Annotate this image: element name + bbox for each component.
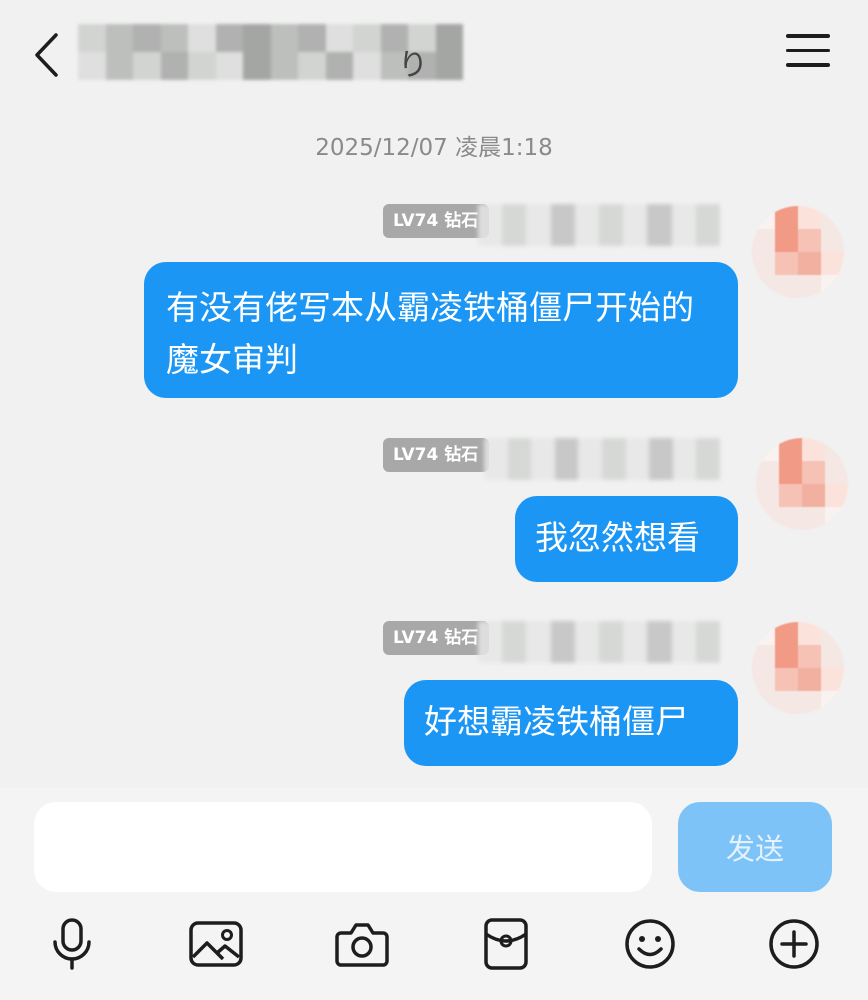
sender-name-redacted — [478, 204, 720, 246]
sender-name-redacted — [478, 621, 720, 663]
menu-button[interactable] — [786, 34, 830, 74]
sender-name-redacted — [484, 438, 720, 480]
emoji-button[interactable] — [620, 914, 680, 974]
chevron-left-icon — [35, 33, 58, 77]
avatar[interactable] — [752, 206, 844, 298]
message-bubble[interactable]: 我忽然想看 — [515, 496, 738, 582]
composer-bar: 发送 — [0, 788, 868, 1000]
level-badge: LV74 钻石 — [383, 621, 489, 655]
message-bubble[interactable]: 好想霸凌铁桶僵尸 — [404, 680, 738, 766]
plus-icon — [769, 919, 819, 969]
back-button[interactable] — [22, 30, 72, 80]
red-packet-button[interactable] — [476, 914, 536, 974]
camera-icon — [335, 923, 389, 967]
voice-button[interactable] — [42, 914, 102, 974]
camera-button[interactable] — [332, 914, 392, 974]
emoji-icon — [625, 919, 675, 969]
red-packet-icon — [484, 918, 528, 970]
image-button[interactable] — [186, 914, 246, 974]
message-timestamp: 2025/12/07 凌晨1:18 — [315, 135, 553, 161]
avatar[interactable] — [752, 622, 844, 714]
microphone-icon — [53, 918, 91, 970]
hamburger-menu-icon — [786, 34, 830, 67]
message-input[interactable] — [34, 802, 652, 892]
message-bubble[interactable]: 有没有佬写本从霸凌铁桶僵尸开始的魔女审判 — [144, 262, 738, 398]
level-badge: LV74 钻石 — [383, 204, 489, 238]
more-button[interactable] — [764, 914, 824, 974]
avatar[interactable] — [756, 438, 848, 530]
level-badge: LV74 钻石 — [383, 438, 489, 472]
send-button[interactable]: 发送 — [678, 802, 832, 892]
chat-title-suffix: り — [398, 48, 428, 83]
chat-header: り — [0, 0, 868, 110]
image-icon — [189, 921, 243, 967]
